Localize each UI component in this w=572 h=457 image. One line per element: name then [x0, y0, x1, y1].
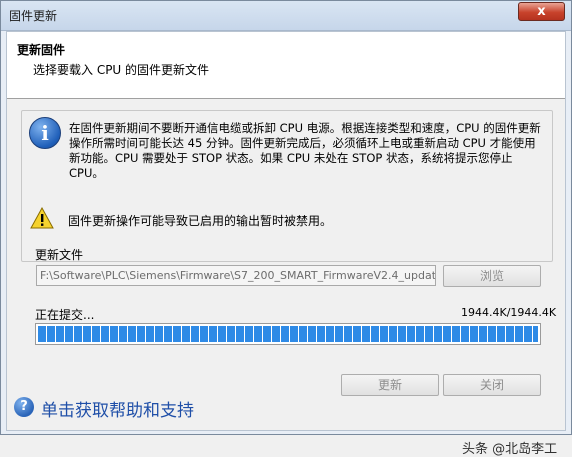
help-icon[interactable]: ? — [14, 397, 34, 417]
info-panel: i 在固件更新期间不要断开通信电缆或拆卸 CPU 电源。根据连接类型和速度，CP… — [21, 110, 553, 262]
browse-button[interactable]: 浏览 — [443, 265, 541, 287]
update-file-label: 更新文件 — [35, 248, 84, 262]
warning-icon — [30, 207, 54, 229]
title-bar[interactable]: 固件更新 x — [1, 1, 571, 31]
watermark: 头条 @北岛李工 — [462, 442, 558, 457]
help-link[interactable]: 单击获取帮助和支持 — [41, 396, 194, 421]
header-title: 更新固件 — [17, 43, 66, 57]
window-title: 固件更新 — [9, 9, 58, 23]
header-panel: 更新固件 选择要载入 CPU 的固件更新文件 — [7, 32, 565, 99]
progress-bar — [35, 323, 541, 345]
progress-label: 正在提交... — [35, 308, 95, 322]
close-window-button[interactable]: x — [518, 2, 565, 21]
close-button[interactable]: 关闭 — [443, 374, 541, 396]
update-button[interactable]: 更新 — [341, 374, 439, 396]
warning-text: 固件更新操作可能导致已启用的输出暂时被禁用。 — [68, 214, 333, 228]
close-icon: x — [537, 4, 546, 19]
progress-fill — [38, 326, 538, 342]
info-icon: i — [29, 117, 61, 149]
progress-count: 1944.4K/1944.4K — [461, 306, 557, 319]
dialog-body: 更新固件 选择要载入 CPU 的固件更新文件 i 在固件更新期间不要断开通信电缆… — [6, 31, 566, 457]
firmware-update-dialog: 固件更新 x 更新固件 选择要载入 CPU 的固件更新文件 i 在固件更新期间不… — [0, 0, 572, 457]
update-file-field[interactable]: F:\Software\PLC\Siemens\Firmware\S7_200_… — [36, 265, 436, 286]
info-text: 在固件更新期间不要断开通信电缆或拆卸 CPU 电源。根据连接类型和速度，CPU … — [69, 121, 541, 180]
header-subtitle: 选择要载入 CPU 的固件更新文件 — [33, 63, 210, 77]
